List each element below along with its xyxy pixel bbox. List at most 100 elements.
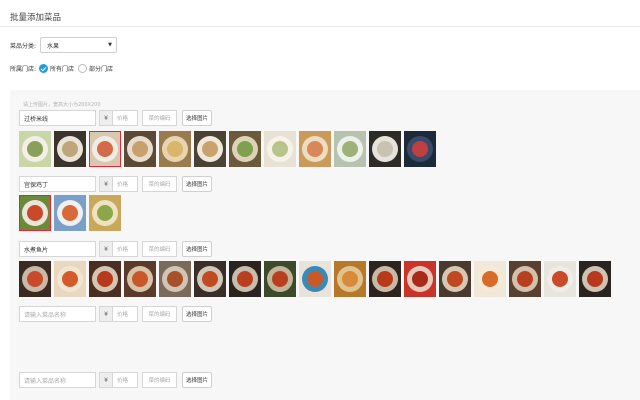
dish-row: 请输入菜品名称 ¥ 价格 菜的编码 选择图片 bbox=[19, 306, 212, 322]
price-input[interactable]: 价格 bbox=[113, 110, 138, 126]
food-shape bbox=[307, 271, 323, 287]
price-field[interactable]: ¥ 价格 bbox=[99, 372, 138, 388]
food-shape bbox=[342, 141, 358, 157]
thumbnail-strip bbox=[19, 195, 124, 231]
dish-thumbnail[interactable] bbox=[159, 261, 191, 297]
dish-name-input[interactable]: 请输入菜品名称 bbox=[19, 306, 96, 322]
food-shape bbox=[237, 271, 253, 287]
price-input[interactable]: 价格 bbox=[113, 372, 138, 388]
dish-thumbnail[interactable] bbox=[54, 195, 86, 231]
food-shape bbox=[62, 271, 78, 287]
dish-thumbnail[interactable] bbox=[54, 131, 86, 167]
food-shape bbox=[447, 271, 463, 287]
food-shape bbox=[342, 271, 358, 287]
dish-thumbnail[interactable] bbox=[19, 261, 51, 297]
food-shape bbox=[202, 271, 218, 287]
chevron-down-icon: ▼ bbox=[108, 42, 113, 48]
dish-thumbnail[interactable] bbox=[544, 261, 576, 297]
dish-name-input[interactable]: 请输入菜品名称 bbox=[19, 372, 96, 388]
choose-image-button[interactable]: 选择图片 bbox=[182, 176, 212, 192]
price-input[interactable]: 价格 bbox=[113, 241, 138, 257]
yen-icon: ¥ bbox=[99, 372, 113, 388]
price-field[interactable]: ¥ 价格 bbox=[99, 306, 138, 322]
store-row: 所属门店: 所有门店 部分门店 bbox=[10, 62, 113, 74]
radio-all-stores-label[interactable]: 所有门店 bbox=[50, 64, 74, 73]
food-shape bbox=[482, 271, 498, 287]
choose-image-button[interactable]: 选择图片 bbox=[182, 241, 212, 257]
food-shape bbox=[237, 141, 253, 157]
price-input[interactable]: 价格 bbox=[113, 176, 138, 192]
food-shape bbox=[517, 271, 533, 287]
dish-code-input[interactable]: 菜的编码 bbox=[142, 176, 177, 192]
price-field[interactable]: ¥ 价格 bbox=[99, 241, 138, 257]
yen-icon: ¥ bbox=[99, 176, 113, 192]
dish-thumbnail[interactable] bbox=[474, 261, 506, 297]
food-shape bbox=[272, 271, 288, 287]
choose-image-button[interactable]: 选择图片 bbox=[182, 372, 212, 388]
dish-row: 宫保鸡丁 ¥ 价格 菜的编码 选择图片 bbox=[19, 176, 212, 192]
dish-code-input[interactable]: 菜的编码 bbox=[142, 306, 177, 322]
dish-thumbnail[interactable] bbox=[264, 131, 296, 167]
radio-all-stores[interactable] bbox=[39, 63, 49, 73]
dish-row: 水煮鱼片 ¥ 价格 菜的编码 选择图片 bbox=[19, 241, 212, 257]
dish-thumbnail[interactable] bbox=[579, 261, 611, 297]
dish-row: 请输入菜品名称 ¥ 价格 菜的编码 选择图片 bbox=[19, 372, 212, 388]
dish-row: 过桥米线 ¥ 价格 菜的编码 选择图片 bbox=[19, 110, 212, 126]
food-shape bbox=[62, 205, 78, 221]
dish-thumbnail[interactable] bbox=[194, 131, 226, 167]
radio-some-stores-label[interactable]: 部分门店 bbox=[89, 64, 113, 73]
dish-thumbnail[interactable] bbox=[369, 131, 401, 167]
category-select[interactable]: 水果 ▼ bbox=[40, 37, 118, 53]
dish-thumbnail[interactable] bbox=[54, 261, 86, 297]
dish-thumbnail[interactable] bbox=[404, 261, 436, 297]
food-shape bbox=[202, 141, 218, 157]
dish-thumbnail[interactable] bbox=[89, 131, 121, 167]
food-shape bbox=[97, 271, 113, 287]
dish-code-input[interactable]: 菜的编码 bbox=[142, 372, 177, 388]
dish-thumbnail[interactable] bbox=[159, 131, 191, 167]
dish-thumbnail[interactable] bbox=[299, 261, 331, 297]
dish-thumbnail[interactable] bbox=[229, 261, 261, 297]
dish-thumbnail[interactable] bbox=[299, 131, 331, 167]
price-input[interactable]: 价格 bbox=[113, 306, 138, 322]
dish-thumbnail[interactable] bbox=[369, 261, 401, 297]
price-field[interactable]: ¥ 价格 bbox=[99, 110, 138, 126]
food-shape bbox=[377, 271, 393, 287]
dish-thumbnail[interactable] bbox=[124, 131, 156, 167]
dish-thumbnail[interactable] bbox=[89, 195, 121, 231]
dish-code-input[interactable]: 菜的编码 bbox=[142, 241, 177, 257]
category-label: 菜品分类: bbox=[10, 42, 37, 50]
dish-thumbnail[interactable] bbox=[124, 261, 156, 297]
dish-name-input[interactable]: 水煮鱼片 bbox=[19, 241, 96, 257]
food-shape bbox=[412, 141, 428, 157]
radio-some-stores[interactable] bbox=[78, 63, 88, 73]
dish-thumbnail[interactable] bbox=[89, 261, 121, 297]
food-shape bbox=[377, 141, 393, 157]
yen-icon: ¥ bbox=[99, 241, 113, 257]
price-field[interactable]: ¥ 价格 bbox=[99, 176, 138, 192]
food-shape bbox=[97, 141, 113, 157]
dish-code-input[interactable]: 菜的编码 bbox=[142, 110, 177, 126]
food-shape bbox=[167, 141, 183, 157]
dish-thumbnail[interactable] bbox=[19, 131, 51, 167]
dish-thumbnail[interactable] bbox=[334, 261, 366, 297]
choose-image-button[interactable]: 选择图片 bbox=[182, 110, 212, 126]
choose-image-button[interactable]: 选择图片 bbox=[182, 306, 212, 322]
dish-thumbnail[interactable] bbox=[229, 131, 261, 167]
title-divider bbox=[0, 26, 640, 27]
dish-thumbnail[interactable] bbox=[509, 261, 541, 297]
dish-thumbnail[interactable] bbox=[194, 261, 226, 297]
dish-thumbnail[interactable] bbox=[264, 261, 296, 297]
food-shape bbox=[97, 205, 113, 221]
dish-thumbnail[interactable] bbox=[439, 261, 471, 297]
category-row: 菜品分类: 水果 ▼ bbox=[10, 37, 118, 53]
dish-thumbnail[interactable] bbox=[404, 131, 436, 167]
food-shape bbox=[132, 141, 148, 157]
dish-name-input[interactable]: 过桥米线 bbox=[19, 110, 96, 126]
food-shape bbox=[272, 141, 288, 157]
dish-name-input[interactable]: 宫保鸡丁 bbox=[19, 176, 96, 192]
dish-thumbnail[interactable] bbox=[334, 131, 366, 167]
dish-thumbnail[interactable] bbox=[19, 195, 51, 231]
food-shape bbox=[167, 271, 183, 287]
upload-hint: 请上传图片，宽高大小为200X200 bbox=[23, 102, 101, 108]
